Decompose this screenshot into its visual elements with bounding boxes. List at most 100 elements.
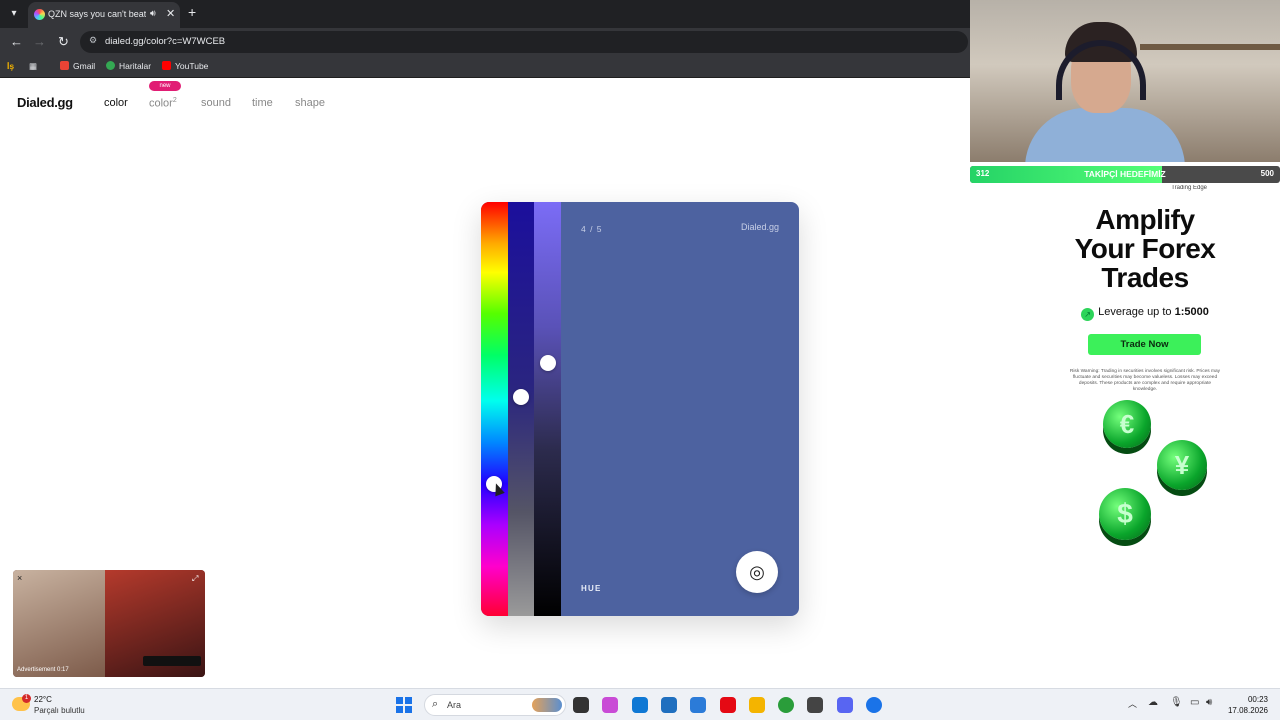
nav-color2-label: color (149, 97, 173, 110)
ad-expand-icon[interactable]: ⤢ (192, 574, 198, 584)
streamer-body (1025, 108, 1185, 162)
edge-icon[interactable] (631, 697, 648, 713)
hue-slider[interactable] (481, 202, 508, 616)
ad-risk-warning: Risk Warning: Trading in securities invo… (1069, 369, 1221, 392)
reload-icon[interactable]: ↻ (58, 34, 69, 50)
ad-video-scene-left (13, 570, 105, 677)
tray-chevron-icon[interactable]: ︿ (1128, 697, 1137, 710)
weather-description[interactable]: Parçalı bulutlu (34, 706, 85, 715)
browser-toolbar: ← → ↻ ⚙ dialed.gg/color?c=W7WCEB (0, 28, 970, 56)
store-icon[interactable] (660, 697, 677, 713)
ad-leverage: ↗ Leverage up to 1:5000 (1043, 306, 1247, 321)
yen-coin-icon: ¥ (1157, 440, 1207, 490)
app-store-badges[interactable] (143, 656, 201, 666)
follower-target: 500 (1260, 169, 1274, 178)
ad-headline-line: Amplify (1095, 204, 1195, 235)
file-explorer-icon[interactable] (748, 697, 765, 713)
nav-color2[interactable]: color2 (149, 97, 177, 110)
color-game-card: 4 / 5 Dialed.gg HUE ◎ (481, 202, 799, 616)
browser-tab-bar: ▾ QZN says you can't beat 48 🔊︎ ✕ + (0, 0, 970, 28)
profile-icon[interactable]: İş (7, 61, 14, 71)
card-brand: Dialed.gg (740, 222, 779, 232)
nav-sound[interactable]: sound (201, 97, 231, 109)
bookmark-label: Gmail (73, 61, 96, 71)
youtube-icon (162, 61, 171, 70)
clock-date[interactable]: 17.08.2026 (1216, 706, 1268, 715)
follower-goal-bar: 312 TAKİPÇİ HEDEFİMİZ 500 (970, 166, 1280, 183)
euro-coin-icon: € (1103, 400, 1151, 448)
bookmarks-bar: İş ▦ Gmail Haritalar YouTube (0, 56, 970, 78)
netflix-icon[interactable] (719, 697, 736, 713)
tab-title: QZN says you can't beat 48 (48, 9, 146, 19)
bookmark-label: Haritalar (119, 61, 152, 71)
dialed-favicon-icon (34, 9, 45, 20)
leverage-value: 1:5000 (1174, 306, 1209, 318)
url-text[interactable]: dialed.gg/color?c=W7WCEB (105, 36, 225, 47)
windows-taskbar: 1 22°C Parçalı bulutlu ⌕ Ara ︿ ☁ 🎙︎ ▭ 🔊︎… (0, 688, 1280, 720)
follower-goal-label: TAKİPÇİ HEDEFİMİZ (1084, 169, 1166, 179)
clock-time[interactable]: 00:23 (1216, 695, 1268, 704)
weather-temperature[interactable]: 22°C (34, 695, 52, 704)
obs-icon[interactable] (807, 697, 824, 713)
site-info-icon[interactable]: ⚙ (89, 35, 97, 46)
shelf (1140, 44, 1280, 50)
arrow-up-right-icon: ↗ (1081, 308, 1095, 321)
speaker-icon[interactable]: 🔊︎ (150, 8, 156, 19)
forex-ad[interactable]: Trading Edge Amplify Your Forex Trades ↗… (1043, 185, 1247, 555)
network-icon[interactable]: ▭ (1190, 697, 1199, 708)
outlook-icon[interactable] (690, 697, 707, 713)
search-placeholder: Ara (447, 700, 462, 710)
bookmark-label: YouTube (175, 61, 209, 71)
browser-tab[interactable]: QZN says you can't beat 48 🔊︎ ✕ (28, 2, 180, 28)
site-header: Dialed.gg new color color2 sound time sh… (0, 80, 970, 126)
bookmark-youtube[interactable]: YouTube (162, 61, 208, 71)
onedrive-cloud-icon[interactable]: ☁ (1148, 697, 1158, 708)
gmail-icon (60, 61, 69, 70)
saturation-slider[interactable] (508, 202, 534, 616)
nav-shape[interactable]: shape (295, 97, 325, 109)
bookmark-maps[interactable]: Haritalar (106, 61, 151, 71)
webcam-overlay (970, 0, 1280, 162)
coins-illustration: € ¥ $ (1069, 400, 1229, 555)
active-slider-label: HUE (581, 584, 602, 593)
back-arrow-icon[interactable]: ← (10, 34, 23, 49)
chrome-icon[interactable] (778, 697, 795, 713)
ad-close-icon[interactable]: × (17, 573, 22, 583)
ad-headline-line: Trades (1101, 262, 1189, 293)
copilot-icon[interactable] (602, 697, 619, 713)
new-tab-button[interactable]: + (188, 4, 196, 20)
target-icon: ◎ (749, 562, 765, 582)
nav-color2-superscript: 2 (172, 97, 177, 104)
discord-icon[interactable] (836, 697, 853, 713)
ad-brand-fragment: Trading Edge (1171, 185, 1207, 191)
maps-pin-icon (106, 61, 115, 70)
submit-guess-button[interactable]: ◎ (736, 551, 778, 593)
brightness-slider-handle[interactable] (540, 355, 556, 371)
apps-grid-icon[interactable]: ▦ (29, 61, 37, 72)
forward-arrow-icon[interactable]: → (33, 34, 46, 49)
tab-close-icon[interactable]: ✕ (166, 7, 175, 20)
video-ad[interactable]: Advertisement 0:17 (13, 570, 205, 677)
nav-color[interactable]: color (104, 97, 128, 109)
chrome-profile-icon[interactable] (866, 697, 882, 713)
bookmark-gmail[interactable]: Gmail (60, 61, 95, 71)
nav-time[interactable]: time (252, 97, 273, 109)
weather-alert-badge: 1 (22, 694, 31, 703)
dollar-coin-icon: $ (1099, 488, 1151, 540)
leverage-prefix: Leverage up to (1098, 306, 1175, 318)
windows-start-icon[interactable] (396, 697, 412, 713)
address-bar[interactable]: ⚙ dialed.gg/color?c=W7WCEB (80, 31, 968, 53)
search-highlight-image (532, 698, 562, 712)
ad-headline-line: Your Forex (1074, 233, 1216, 264)
taskbar-search[interactable]: ⌕ Ara (424, 694, 566, 716)
volume-icon[interactable]: 🔊︎ (1206, 697, 1212, 708)
search-icon: ⌕ (432, 698, 439, 710)
tab-search-chevron-icon[interactable]: ▾ (5, 5, 23, 23)
brightness-slider[interactable] (534, 202, 561, 616)
task-view-icon[interactable] (573, 697, 589, 713)
saturation-slider-handle[interactable] (513, 389, 529, 405)
ad-video-caption: Advertisement 0:17 (17, 667, 69, 673)
trade-now-button[interactable]: Trade Now (1088, 334, 1201, 355)
site-logo[interactable]: Dialed.gg (17, 95, 73, 110)
microphone-icon[interactable]: 🎙︎ (1170, 697, 1183, 708)
